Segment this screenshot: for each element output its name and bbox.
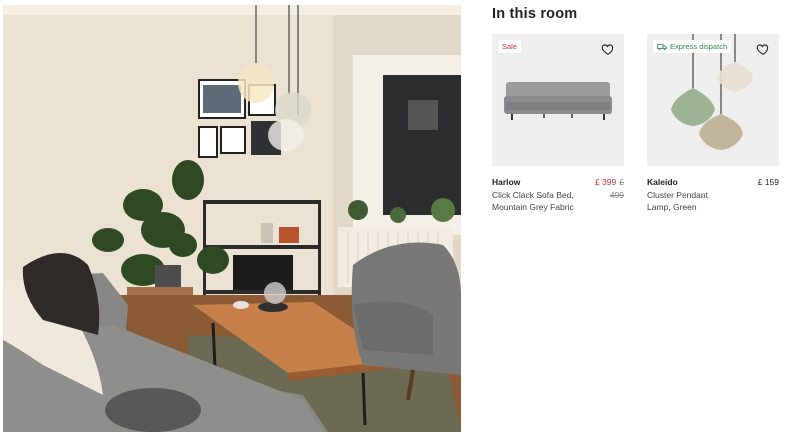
- express-dispatch-badge: Express dispatch: [653, 40, 732, 53]
- product-price: £ 399 £ 499: [595, 176, 624, 201]
- room-photo: [3, 5, 461, 432]
- product-thumbnail[interactable]: Express dispatch: [647, 34, 779, 166]
- sale-badge-label: Sale: [502, 42, 518, 51]
- section-title: In this room: [492, 6, 578, 22]
- was-price-currency: £: [619, 177, 624, 187]
- product-card-kaleido[interactable]: Express dispatch Kaleido Cluster Pendant…: [647, 34, 779, 214]
- in-this-room-panel: In this room Sale Harlow Click Clack Sof…: [492, 0, 792, 435]
- sale-badge: Sale: [498, 40, 522, 53]
- room-illustration: [3, 5, 461, 432]
- product-description-line1: Cluster Pendant: [647, 189, 708, 200]
- product-card-harlow[interactable]: Sale Harlow Click Clack Sofa Bed, Mounta…: [492, 34, 624, 214]
- was-price: 499: [609, 189, 624, 200]
- product-meta: Harlow Click Clack Sofa Bed, Mountain Gr…: [492, 176, 624, 214]
- product-thumbnail[interactable]: Sale: [492, 34, 624, 166]
- truck-icon: [657, 43, 667, 50]
- product-description-line2: Mountain Grey Fabric: [492, 202, 574, 212]
- price: £ 159: [757, 177, 779, 187]
- product-price: £ 159: [758, 176, 779, 189]
- express-dispatch-label: Express dispatch: [670, 42, 728, 51]
- heart-icon[interactable]: [601, 42, 615, 56]
- product-description-line2: Lamp, Green: [647, 202, 697, 212]
- product-meta: Kaleido Cluster Pendant Lamp, Green £ 15…: [647, 176, 779, 214]
- heart-icon[interactable]: [756, 42, 770, 56]
- sale-price: £ 399: [594, 177, 617, 187]
